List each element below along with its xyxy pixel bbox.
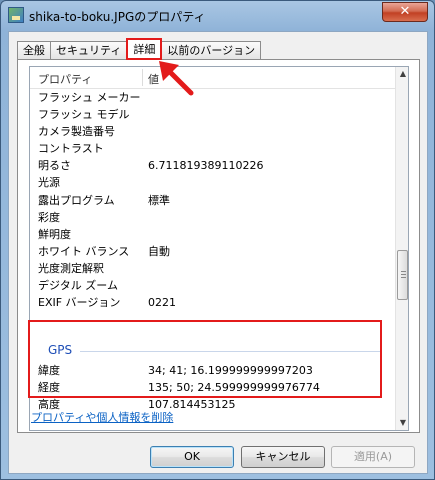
properties-window: shika-to-boku.JPGのプロパティ ✕ 全般 セキュリティ 詳細 以… (0, 0, 435, 480)
vertical-scrollbar[interactable]: ▲ ▼ (395, 67, 408, 430)
column-separator[interactable] (142, 69, 143, 86)
scroll-down-arrow-icon[interactable]: ▼ (396, 416, 408, 430)
property-name: コントラスト (38, 142, 104, 156)
grip-line (401, 271, 406, 272)
dialog-client: 全般 セキュリティ 詳細 以前のバージョン プロパティ 値 フラッシュ メーカー… (8, 31, 428, 474)
property-value: 自動 (148, 244, 170, 258)
list-item[interactable]: フラッシュ モデル (30, 106, 395, 123)
list-item[interactable]: 彩度 (30, 209, 395, 226)
property-name: 露出プログラム (38, 193, 115, 207)
property-rows: フラッシュ メーカー フラッシュ モデル カメラ製造番号 コントラスト 明るさ 6… (30, 89, 395, 311)
property-value: 0221 (148, 296, 176, 310)
property-value: 標準 (148, 193, 170, 207)
tab-security[interactable]: セキュリティ (50, 41, 128, 60)
scroll-thumb[interactable] (397, 250, 408, 300)
scroll-up-arrow-icon[interactable]: ▲ (396, 67, 408, 81)
property-name: 鮮明度 (38, 227, 71, 241)
apply-button[interactable]: 適用(A) (331, 446, 415, 468)
list-header: プロパティ 値 (30, 67, 395, 89)
property-name: フラッシュ モデル (38, 108, 130, 122)
list-item[interactable]: EXIF バージョン 0221 (30, 294, 395, 311)
list-item[interactable]: 明るさ 6.711819389110226 (30, 157, 395, 174)
property-name: 光度測定解釈 (38, 261, 104, 275)
list-item[interactable]: 露出プログラム 標準 (30, 192, 395, 209)
close-button[interactable]: ✕ (382, 2, 428, 22)
property-name: デジタル ズーム (38, 279, 118, 293)
cancel-button[interactable]: キャンセル (241, 446, 325, 468)
list-item[interactable]: フラッシュ メーカー (30, 89, 395, 106)
property-name: 彩度 (38, 210, 60, 224)
annotation-arrow-icon (159, 61, 194, 96)
list-item[interactable]: 光度測定解釈 (30, 260, 395, 277)
gps-highlight-box (28, 320, 382, 398)
property-name: ホワイト バランス (38, 244, 130, 258)
window-title: shika-to-boku.JPGのプロパティ (29, 10, 206, 24)
property-value: 6.711819389110226 (148, 159, 264, 173)
property-name: EXIF バージョン (38, 296, 121, 310)
remove-properties-link[interactable]: プロパティや個人情報を削除 (31, 409, 173, 425)
tab-general[interactable]: 全般 (17, 41, 51, 60)
tab-details[interactable]: 詳細 (126, 38, 163, 60)
image-file-icon (8, 7, 24, 23)
property-name: 光源 (38, 176, 60, 190)
property-name: カメラ製造番号 (38, 125, 115, 139)
title-bar[interactable]: shika-to-boku.JPGのプロパティ ✕ (1, 1, 434, 31)
list-item[interactable]: カメラ製造番号 (30, 123, 395, 140)
list-item[interactable]: ホワイト バランス 自動 (30, 243, 395, 260)
property-name: 明るさ (38, 159, 71, 173)
list-item[interactable]: 鮮明度 (30, 226, 395, 243)
property-name: フラッシュ メーカー (38, 91, 141, 104)
tab-previous-versions[interactable]: 以前のバージョン (161, 41, 262, 60)
ok-button[interactable]: OK (150, 446, 234, 468)
tab-strip: 全般 セキュリティ 詳細 以前のバージョン (17, 38, 262, 60)
list-item[interactable]: デジタル ズーム (30, 277, 395, 294)
column-header-property[interactable]: プロパティ (38, 71, 92, 87)
grip-line (401, 274, 406, 275)
list-item[interactable]: 光源 (30, 174, 395, 191)
grip-line (401, 277, 406, 278)
list-item[interactable]: コントラスト (30, 140, 395, 157)
